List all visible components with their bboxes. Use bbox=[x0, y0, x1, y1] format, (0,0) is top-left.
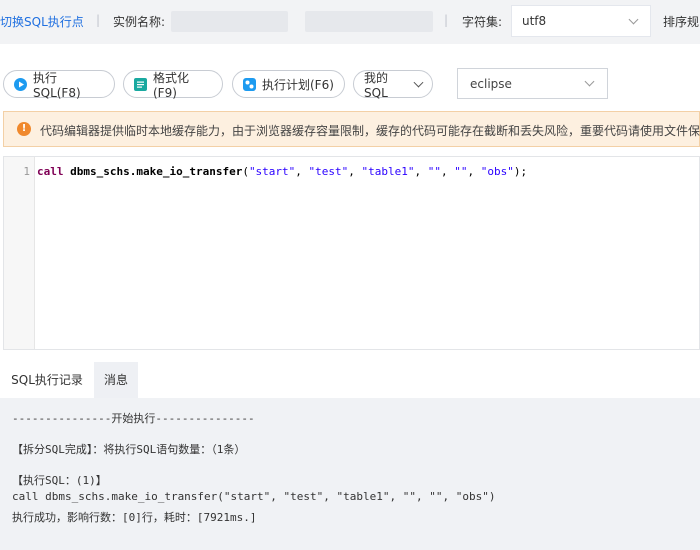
code-string: "" bbox=[454, 165, 468, 178]
tab-sql-history[interactable]: SQL执行记录 bbox=[0, 362, 94, 398]
warning-icon: ! bbox=[17, 122, 31, 136]
code-string: "" bbox=[427, 165, 442, 178]
code-comma: , bbox=[467, 165, 481, 178]
top-bar: 切换SQL执行点 | 实例名称: | 字符集: utf8 排序规 bbox=[0, 0, 700, 44]
console-line: call dbms_schs.make_io_transfer("start",… bbox=[12, 490, 496, 503]
message-console: ---------------开始执行--------------- 【拆分SQ… bbox=[0, 398, 700, 550]
collation-label: 排序规 bbox=[663, 15, 700, 29]
plan-icon bbox=[243, 77, 256, 91]
charset-value: utf8 bbox=[522, 14, 547, 28]
code-string: "test" bbox=[308, 165, 349, 178]
console-line: 【拆分SQL完成】：将执行SQL语句数量：（1条） bbox=[12, 443, 246, 456]
line-number: 1 bbox=[23, 165, 30, 178]
code-comma: , bbox=[414, 165, 428, 178]
console-line: 执行成功，影响行数：[0]行，耗时：[7921ms.] bbox=[12, 511, 257, 524]
tab-messages[interactable]: 消息 bbox=[94, 362, 138, 398]
code-open-paren: ( bbox=[242, 165, 249, 178]
instance-name-label: 实例名称: bbox=[113, 15, 166, 29]
code-comma: , bbox=[348, 165, 362, 178]
chevron-down-icon bbox=[413, 77, 424, 87]
instance-name-redacted bbox=[171, 11, 288, 32]
code-string: "obs" bbox=[480, 165, 514, 178]
code-function: dbms_schs.make_io_transfer bbox=[70, 165, 243, 178]
line-gutter: 1 bbox=[4, 157, 35, 349]
code-keyword: call bbox=[37, 165, 64, 178]
charset-label: 字符集: bbox=[462, 15, 503, 29]
divider: | bbox=[444, 13, 449, 27]
my-sql-dropdown[interactable]: 我的SQL bbox=[353, 70, 433, 100]
charset-select[interactable]: utf8 bbox=[511, 5, 651, 37]
editor-theme-select[interactable]: eclipse bbox=[457, 68, 608, 99]
play-icon bbox=[14, 77, 27, 91]
code-string: "table1" bbox=[361, 165, 415, 178]
code-comma: , bbox=[441, 165, 455, 178]
execute-sql-button[interactable]: 执行SQL(F8) bbox=[3, 70, 115, 100]
my-sql-label: 我的SQL bbox=[364, 70, 389, 100]
code-close: ); bbox=[513, 165, 528, 178]
cache-warning-banner: ! 代码编辑器提供临时本地缓存能力，由于浏览器缓存容量限制，缓存的代码可能存在截… bbox=[3, 111, 700, 147]
explain-plan-label: 执行计划(F6) bbox=[262, 77, 334, 92]
chevron-down-icon bbox=[628, 14, 639, 25]
console-line: ---------------开始执行--------------- bbox=[12, 412, 255, 425]
editor-theme-value: eclipse bbox=[470, 77, 512, 91]
sql-editor[interactable]: 1 call dbms_schs.make_io_transfer("start… bbox=[3, 156, 700, 350]
code-comma: , bbox=[295, 165, 309, 178]
console-line: 【执行SQL：(1)】 bbox=[12, 474, 107, 487]
chevron-down-icon bbox=[584, 76, 595, 87]
code-line[interactable]: call dbms_schs.make_io_transfer("start",… bbox=[37, 165, 527, 178]
switch-sql-endpoint-link[interactable]: 切换SQL执行点 bbox=[0, 13, 84, 30]
divider: | bbox=[96, 13, 101, 27]
result-tabs: SQL执行记录 消息 bbox=[0, 362, 700, 398]
format-button[interactable]: 格式化(F9) bbox=[123, 70, 223, 100]
explain-plan-button[interactable]: 执行计划(F6) bbox=[232, 70, 345, 98]
cache-warning-text: 代码编辑器提供临时本地缓存能力，由于浏览器缓存容量限制，缓存的代码可能存在截断和… bbox=[40, 124, 700, 138]
format-icon bbox=[134, 77, 147, 91]
code-string: "start" bbox=[248, 165, 296, 178]
instance-id-redacted bbox=[305, 11, 433, 32]
execute-sql-label: 执行SQL(F8) bbox=[33, 70, 81, 100]
format-label: 格式化(F9) bbox=[153, 70, 190, 100]
